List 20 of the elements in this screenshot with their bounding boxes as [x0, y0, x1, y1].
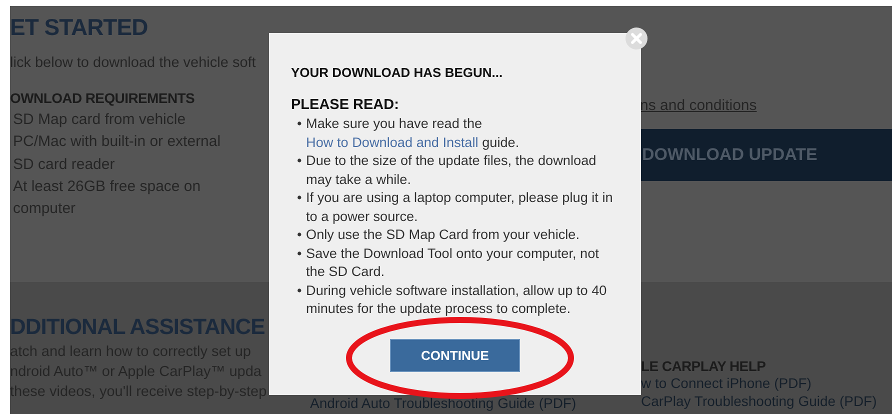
continue-button[interactable]: CONTINUE: [390, 338, 520, 372]
bullet: •: [297, 152, 303, 170]
instruction-item: Save the Download Tool onto your computer, not the SD Card.: [306, 244, 600, 281]
bullet: •: [297, 189, 303, 207]
instruction-item: Only use the SD Map Card from your vehicle.: [306, 226, 580, 244]
instruction-item: Due to the size of the update files, the download may take a while.: [306, 152, 598, 189]
bullet: •: [297, 282, 303, 300]
dialog-subtitle: PLEASE READ:: [291, 97, 400, 113]
instruction-item: If you are using a laptop computer, please plug it in to a power source.: [306, 189, 614, 226]
bullet: •: [297, 244, 303, 262]
section-heading: ET STARTED: [10, 14, 149, 41]
instruction-item: During vehicle software installation, allow up to 40 minutes for the update process to complete.: [306, 282, 608, 318]
bullet: •: [297, 226, 303, 244]
instruction-item: Make sure you have read the How to Download and Install guide.: [306, 115, 520, 152]
requirements-heading: OWNLOAD REQUIREMENTS: [10, 90, 196, 106]
download-update-button[interactable]: DOWNLOAD UPDATE: [640, 129, 892, 181]
dialog-title: YOUR DOWNLOAD HAS BEGUN...: [291, 65, 504, 80]
guide-link[interactable]: How to Download and Install: [306, 134, 478, 150]
bullet: •: [297, 115, 303, 133]
close-icon[interactable]: [625, 27, 648, 50]
